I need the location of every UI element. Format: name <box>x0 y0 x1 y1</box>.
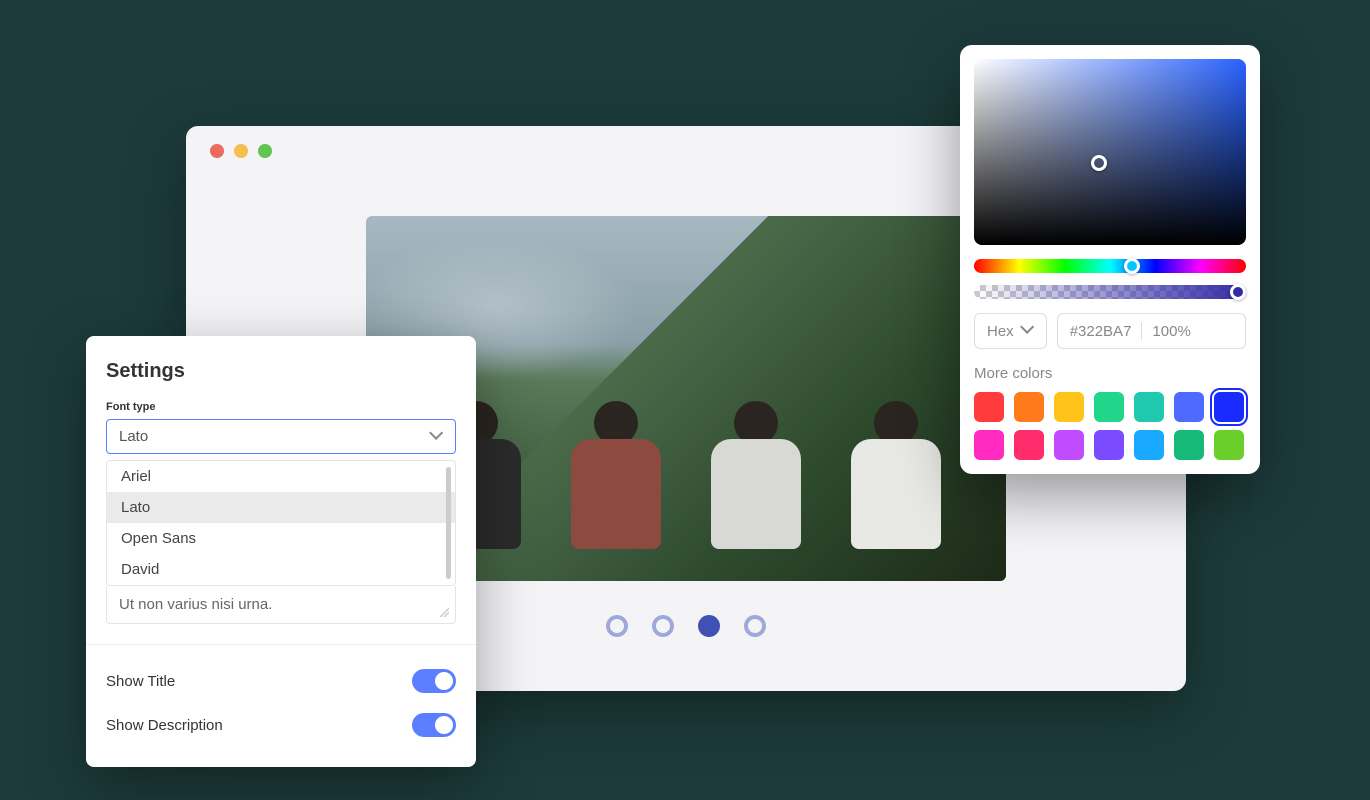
color-swatch[interactable] <box>1134 430 1164 460</box>
font-option[interactable]: Open Sans <box>107 523 455 554</box>
saturation-handle[interactable] <box>1091 155 1107 171</box>
color-swatch[interactable] <box>1094 430 1124 460</box>
hue-handle[interactable] <box>1124 258 1140 274</box>
person-silhouette <box>561 401 671 561</box>
settings-panel: Settings Font type Lato Ariel Lato Open … <box>86 336 476 767</box>
color-swatch[interactable] <box>1054 430 1084 460</box>
color-picker-panel: Hex #322BA7 100% More colors <box>960 45 1260 474</box>
color-swatches <box>974 392 1246 460</box>
pagination-dot-4[interactable] <box>744 615 766 637</box>
show-description-label: Show Description <box>106 717 223 734</box>
font-type-label: Font type <box>106 401 456 413</box>
person-silhouette <box>841 401 951 561</box>
font-selected-value: Lato <box>119 428 148 445</box>
color-swatch[interactable] <box>1174 430 1204 460</box>
window-close-button[interactable] <box>210 144 224 158</box>
color-swatch[interactable] <box>1214 392 1244 422</box>
color-swatch[interactable] <box>974 430 1004 460</box>
pagination-dot-1[interactable] <box>606 615 628 637</box>
color-value-box: #322BA7 100% <box>1057 313 1246 349</box>
window-minimize-button[interactable] <box>234 144 248 158</box>
color-swatch[interactable] <box>1214 430 1244 460</box>
hue-slider[interactable] <box>974 259 1246 273</box>
font-option[interactable]: Lato <box>107 492 455 523</box>
show-description-row: Show Description <box>106 703 456 747</box>
font-option[interactable]: David <box>107 554 455 585</box>
alpha-handle[interactable] <box>1230 284 1246 300</box>
alpha-slider[interactable] <box>974 285 1246 299</box>
description-textarea[interactable]: Ut non varius nisi urna. <box>106 586 456 624</box>
font-option[interactable]: Ariel <box>107 461 455 492</box>
chevron-down-icon <box>1020 324 1034 338</box>
color-swatch[interactable] <box>1174 392 1204 422</box>
show-description-toggle[interactable] <box>412 713 456 737</box>
font-type-dropdown: Ariel Lato Open Sans David <box>106 460 456 586</box>
color-swatch[interactable] <box>1054 392 1084 422</box>
chevron-down-icon <box>429 430 443 444</box>
color-format-select[interactable]: Hex <box>974 313 1047 349</box>
color-swatch[interactable] <box>1014 430 1044 460</box>
window-maximize-button[interactable] <box>258 144 272 158</box>
show-title-label: Show Title <box>106 673 175 690</box>
window-traffic-lights <box>210 144 272 158</box>
pagination-dot-3[interactable] <box>698 615 720 637</box>
more-colors-label: More colors <box>974 365 1246 382</box>
person-silhouette <box>701 401 811 561</box>
color-saturation-area[interactable] <box>974 59 1246 245</box>
show-title-toggle[interactable] <box>412 669 456 693</box>
separator <box>1141 322 1142 340</box>
color-swatch[interactable] <box>1014 392 1044 422</box>
hex-input[interactable]: #322BA7 <box>1070 323 1132 340</box>
show-title-row: Show Title <box>106 659 456 703</box>
slider-pagination <box>606 615 766 637</box>
settings-title: Settings <box>106 360 456 383</box>
font-type-select[interactable]: Lato <box>106 419 456 454</box>
divider <box>86 644 476 645</box>
alpha-input[interactable]: 100% <box>1152 323 1190 340</box>
pagination-dot-2[interactable] <box>652 615 674 637</box>
color-swatch[interactable] <box>1134 392 1164 422</box>
color-input-row: Hex #322BA7 100% <box>974 313 1246 349</box>
color-swatch[interactable] <box>974 392 1004 422</box>
dropdown-scrollbar[interactable] <box>446 467 451 579</box>
color-format-label: Hex <box>987 323 1014 340</box>
color-swatch[interactable] <box>1094 392 1124 422</box>
